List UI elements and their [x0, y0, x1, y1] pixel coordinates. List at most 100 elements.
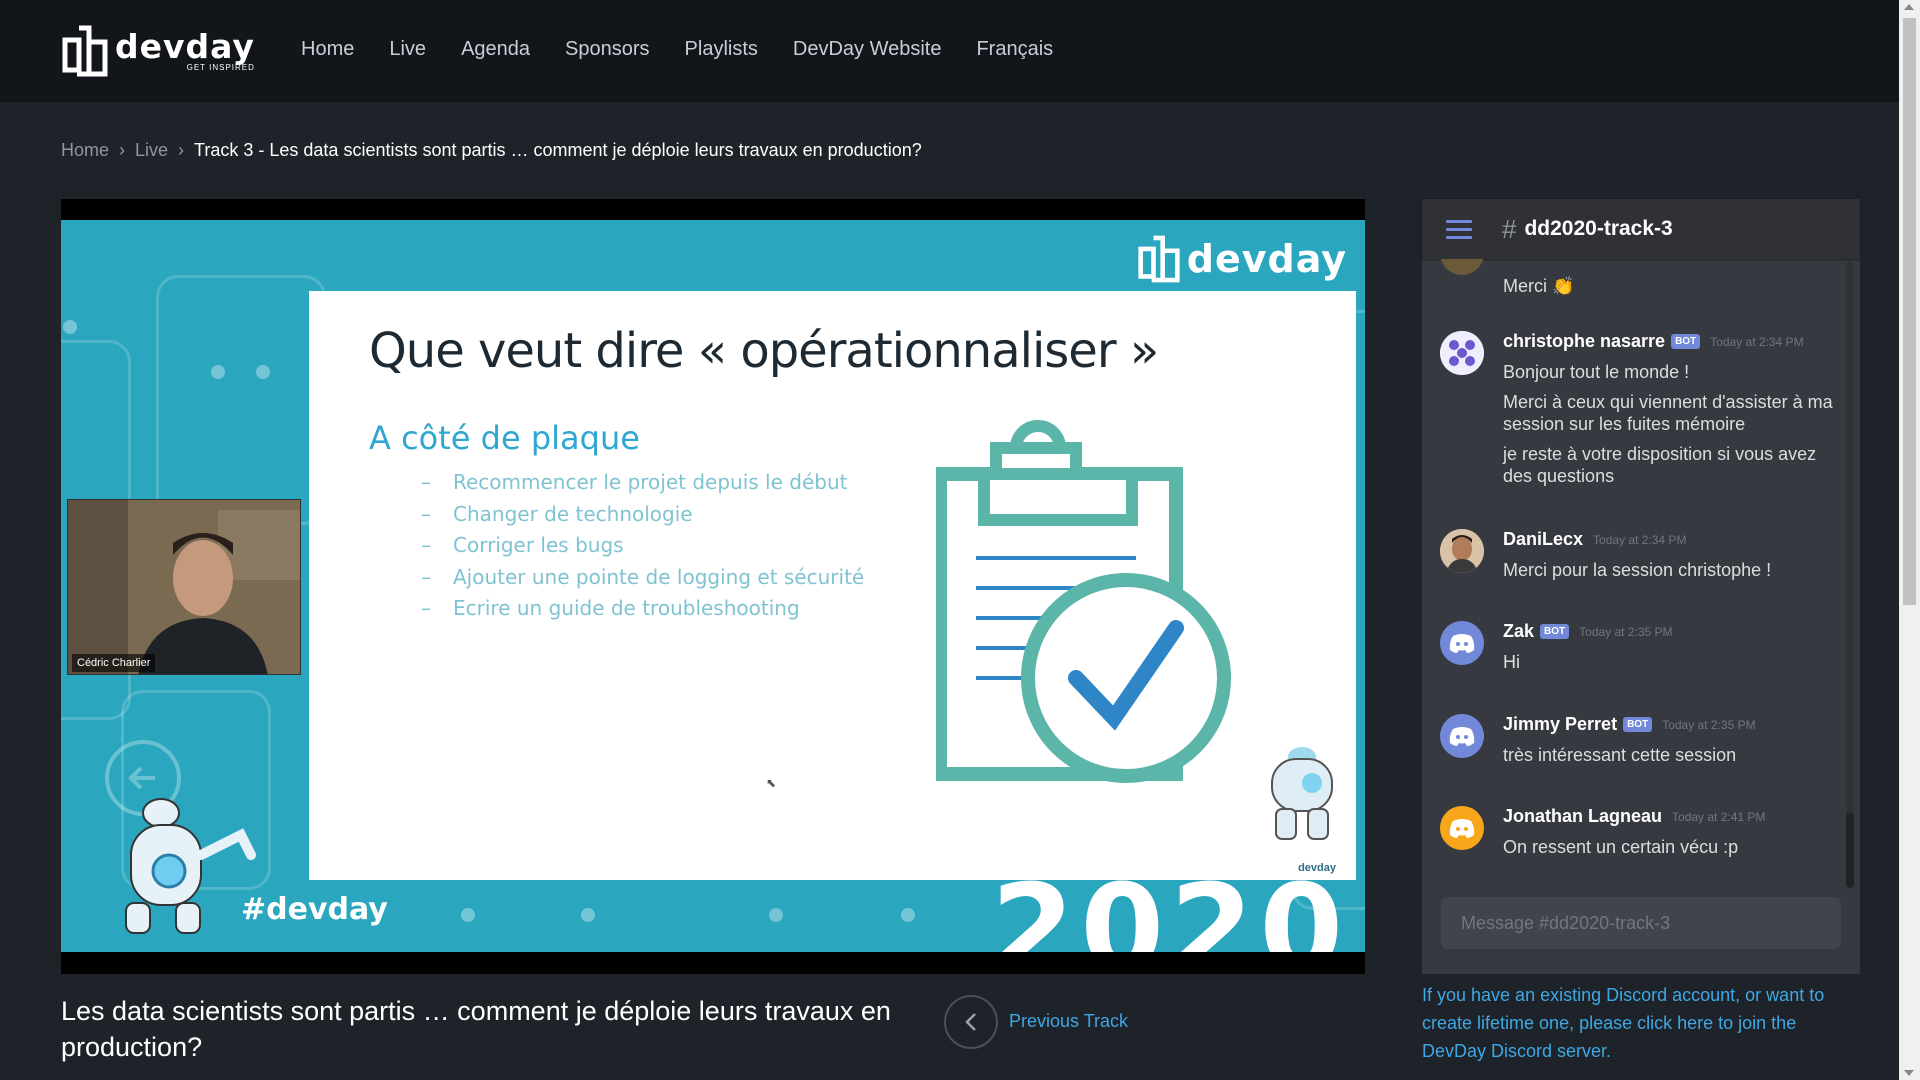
slide-bullet: Ajouter une pointe de logging et sécurit… — [421, 562, 864, 594]
message-text: Merci à ceux qui viennent d'assister à m… — [1503, 392, 1833, 434]
nav-home[interactable]: Home — [301, 38, 354, 61]
slide-decoration — [901, 908, 915, 922]
avatar[interactable] — [1440, 331, 1484, 375]
message-text: Bonjour tout le monde ! — [1503, 362, 1690, 382]
scroll-down-arrow-icon[interactable] — [1904, 1070, 1914, 1076]
previous-track-button[interactable] — [944, 995, 998, 1049]
slide-bullet: Recommencer le projet depuis le début — [421, 467, 864, 499]
scroll-up-arrow-icon[interactable] — [1904, 4, 1914, 10]
chevron-left-icon — [965, 1013, 976, 1031]
chevron-right-icon: › — [178, 140, 185, 160]
nav-agenda[interactable]: Agenda — [461, 38, 530, 61]
slide-title: Que veut dire « opérationnaliser » — [369, 323, 1159, 379]
nav-language-francais[interactable]: Français — [976, 38, 1053, 61]
discord-icon — [1449, 634, 1475, 653]
chevron-right-icon: › — [119, 140, 126, 160]
clipboard-check-icon — [936, 420, 1231, 783]
breadcrumb-current: Track 3 - Les data scientists sont parti… — [194, 140, 922, 160]
slide-devday-logo: devday — [1137, 232, 1347, 286]
speaker-webcam: Cédric Charlier — [67, 499, 301, 675]
discord-icon — [1449, 819, 1475, 838]
discord-icon — [1449, 727, 1475, 746]
slide-bullet-list: Recommencer le projet depuis le début Ch… — [421, 467, 864, 625]
username[interactable]: Jimmy Perret — [1503, 714, 1617, 735]
message-text: très intéressant cette session — [1503, 745, 1737, 765]
main-nav: Home Live Agenda Sponsors Playlists DevD… — [301, 38, 1053, 61]
hash-icon: # — [1502, 213, 1517, 244]
avatar[interactable] — [1440, 529, 1484, 573]
chat-scrollbar-thumb[interactable] — [1846, 813, 1854, 888]
page-scrollbar[interactable] — [1899, 0, 1920, 1080]
speaker-video-frame — [68, 500, 300, 674]
username[interactable]: Jonathan Lagneau — [1503, 806, 1662, 827]
timestamp: Today at 2:34 PM — [1710, 334, 1804, 349]
slide-bullet: Ecrire un guide de troubleshooting — [421, 593, 864, 625]
menu-icon[interactable] — [1446, 219, 1472, 239]
chat-scrollbar-track[interactable] — [1846, 261, 1854, 881]
message-input[interactable] — [1441, 897, 1841, 949]
logo-tagline: GET INSPIRED — [186, 63, 255, 72]
logo-wordmark: devday — [115, 27, 255, 66]
nav-live[interactable]: Live — [389, 38, 426, 61]
breadcrumb-home[interactable]: Home — [61, 140, 109, 161]
message-text: je reste à votre disposition si vous ave… — [1503, 444, 1817, 486]
slide-bullet: Changer de technologie — [421, 499, 864, 531]
slide-bullet: Corriger les bugs — [421, 530, 864, 562]
slide-logo-wordmark: devday — [1186, 237, 1347, 281]
slide-decoration — [581, 908, 595, 922]
message-text: Merci 👏 — [1503, 276, 1575, 296]
bot-badge: BOT — [1671, 334, 1701, 349]
slide-decoration — [63, 320, 77, 334]
avatar[interactable] — [1440, 714, 1484, 758]
devday-logo-icon — [1138, 235, 1180, 283]
slide-decoration — [256, 365, 270, 379]
message-text: On ressent un certain vécu :p — [1503, 837, 1739, 857]
username[interactable]: DaniLecx — [1503, 529, 1583, 550]
nav-sponsors[interactable]: Sponsors — [565, 38, 650, 61]
username[interactable]: christophe nasarre — [1503, 331, 1665, 352]
devday-logo[interactable]: devday GET INSPIRED — [61, 22, 255, 80]
timestamp: Today at 2:35 PM — [1662, 717, 1756, 732]
pattern-avatar-icon — [1440, 331, 1484, 375]
avatar[interactable] — [1440, 621, 1484, 665]
nav-playlists[interactable]: Playlists — [685, 38, 758, 61]
avatar — [1440, 259, 1484, 275]
message-list[interactable]: Merci 👏 christophe nasarre BOT Today at … — [1422, 259, 1860, 884]
bot-badge: BOT — [1540, 624, 1570, 639]
mini-robot-icon — [1271, 747, 1333, 840]
page-scrollbar-thumb[interactable] — [1903, 18, 1916, 605]
presentation-slide: devday Que veut dire « opérationnaliser … — [61, 220, 1365, 952]
slide-decoration — [461, 908, 475, 922]
breadcrumb: Home › Live › Track 3 - Les data scienti… — [61, 140, 922, 161]
timestamp: Today at 2:35 PM — [1579, 624, 1673, 639]
devday-logo-icon — [62, 25, 108, 77]
robot-mascot-icon — [125, 798, 256, 934]
timestamp: Today at 2:34 PM — [1593, 532, 1687, 547]
slide-hashtag: #devday — [241, 892, 388, 927]
video-player[interactable]: devday Que veut dire « opérationnaliser … — [61, 199, 1365, 974]
slide-decoration — [156, 275, 326, 525]
speaker-name-label: Cédric Charlier — [72, 654, 156, 672]
previous-track-link[interactable]: Previous Track — [1009, 1011, 1128, 1032]
chat-header: # dd2020-track-3 — [1422, 199, 1860, 259]
message-text: Hi — [1503, 652, 1520, 672]
nav-devday-website[interactable]: DevDay Website — [793, 38, 942, 61]
slide-year: 2020 — [991, 860, 1349, 953]
timestamp: Today at 2:41 PM — [1672, 809, 1766, 824]
slide-decoration — [769, 908, 783, 922]
channel-name: dd2020-track-3 — [1524, 217, 1673, 240]
slide-decoration — [211, 365, 225, 379]
mouse-cursor-icon: ⬉ — [766, 776, 777, 790]
message-text: Merci pour la session christophe ! — [1503, 560, 1772, 580]
top-navigation-bar: devday GET INSPIRED Home Live Agenda Spo… — [0, 0, 1899, 102]
slide-content-card: Que veut dire « opérationnaliser » A côt… — [309, 291, 1356, 880]
discord-join-link[interactable]: If you have an existing Discord account,… — [1422, 981, 1862, 1065]
username[interactable]: Zak — [1503, 621, 1534, 642]
breadcrumb-live[interactable]: Live — [135, 140, 168, 161]
user-photo-avatar-icon — [1440, 529, 1484, 573]
avatar[interactable] — [1440, 806, 1484, 850]
discord-chat-widget: # dd2020-track-3 Merci 👏 christophe nasa… — [1422, 199, 1860, 974]
bot-badge: BOT — [1623, 717, 1653, 732]
track-title: Les data scientists sont partis … commen… — [61, 996, 891, 1062]
slide-subtitle: A côté de plaque — [369, 419, 640, 457]
